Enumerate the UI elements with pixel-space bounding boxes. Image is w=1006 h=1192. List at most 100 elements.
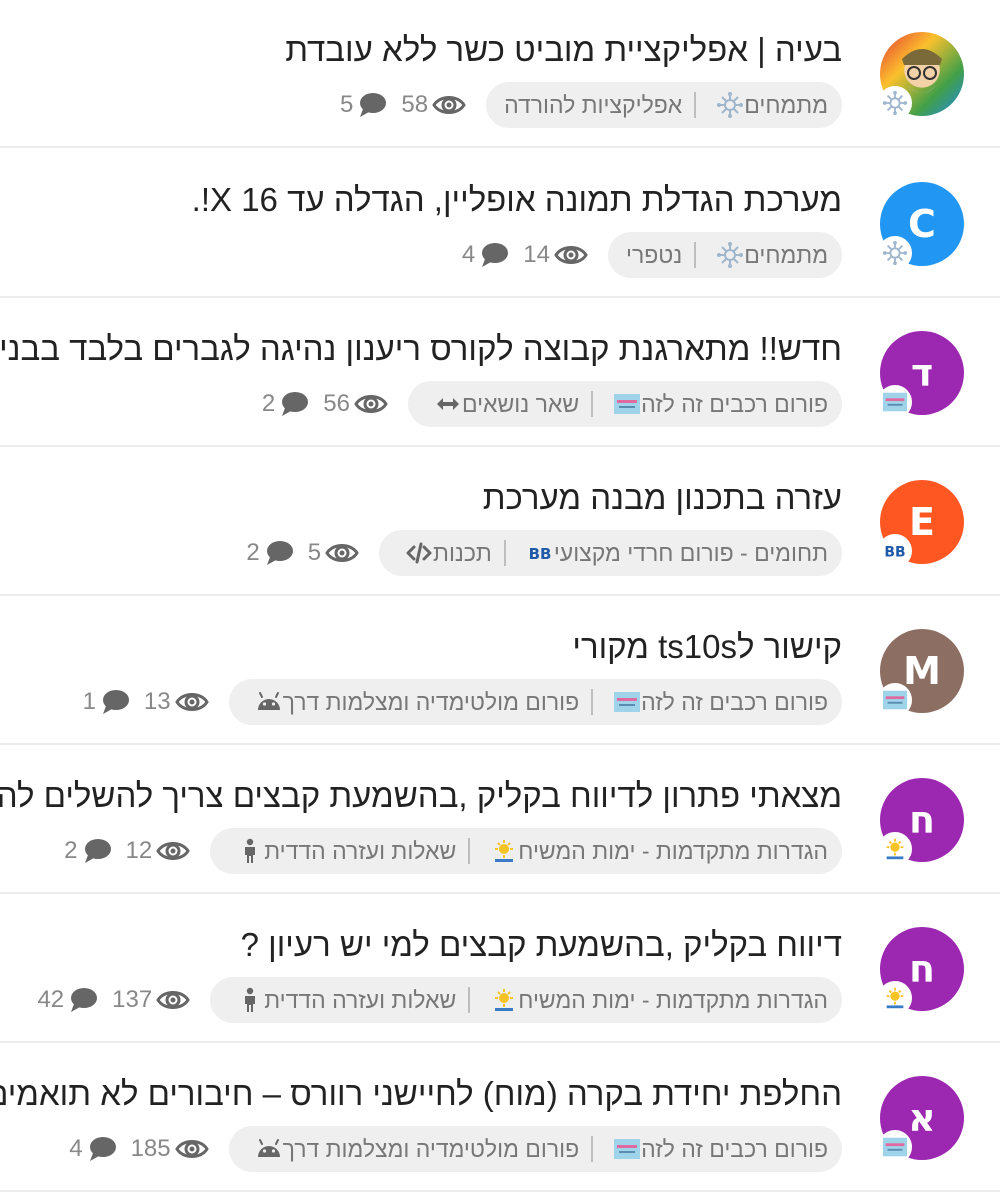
category-separator (694, 92, 697, 118)
comments-stat: 5 (340, 91, 387, 119)
comment-icon (84, 839, 111, 863)
cars-forum-logo[interactable] (878, 385, 912, 419)
category-label: פורום מולטימדיה ומצלמות דרך (282, 1135, 580, 1162)
topic-meta: פורום רכבים זה לזה שאר נושאים 56 2 (262, 381, 842, 427)
category-link-child[interactable]: פורום מולטימדיה ומצלמות דרך (247, 1135, 580, 1163)
comment-icon (360, 93, 387, 117)
topic-row: ח דיווח בקליק ,בהשמעת קבצים למי יש רעיון… (0, 895, 1000, 1043)
avatar-letter: C (908, 202, 936, 246)
eye-icon (325, 544, 359, 562)
topic-meta: פורום רכבים זה לזה פורום מולטימדיה ומצלמ… (69, 1126, 842, 1172)
cars-forum-logo[interactable] (878, 1130, 912, 1164)
avatar[interactable]: ד (878, 331, 964, 419)
category-link-parent[interactable]: מתמחים (708, 241, 828, 269)
avatar[interactable]: C (878, 182, 964, 270)
category-label: נטפרי (625, 241, 683, 268)
cars-forum-logo (613, 390, 641, 418)
topic-row: ח מצאתי פתרון לדיווח בקליק ,בהשמעת קבצים… (0, 746, 1000, 894)
eye-icon (432, 96, 466, 114)
comments-count: 4 (461, 241, 476, 268)
category-separator (503, 540, 506, 566)
topic-title[interactable]: קישור לts10s מקורי (572, 625, 842, 669)
comment-icon (482, 243, 509, 267)
topic-title[interactable]: עזרה בתכנון מבנה מערכת (483, 476, 842, 520)
cars-forum-logo (613, 688, 641, 716)
circuit-icon[interactable] (878, 86, 912, 120)
topic-row: ד חדש!! מתארגנת קבוצה לקורס ריענון נהיגה… (0, 299, 1000, 447)
category-link-parent[interactable]: פורום רכבים זה לזה (605, 1135, 828, 1163)
messiah-days-logo (490, 837, 518, 865)
category-link-parent[interactable]: הגדרות מתקדמות - ימות המשיח (482, 986, 828, 1014)
topic-list: בעיה | אפליקציית מוביט כשר ללא עובדת מתמ… (0, 0, 1006, 1192)
topic-title[interactable]: חדש!! מתארגנת קבוצה לקורס ריענון נהיגה ל… (0, 327, 842, 371)
views-stat: 185 (131, 1135, 209, 1163)
category-link-child[interactable]: שאלות ועזרה הדדית (228, 986, 456, 1014)
topic-title[interactable]: מערכת הגדלת תמונה אופליין, הגדלה עד 16 X… (192, 178, 842, 222)
views-count: 13 (143, 688, 171, 715)
category-label: פורום מולטימדיה ומצלמות דרך (282, 688, 580, 715)
category-link-child[interactable]: פורום מולטימדיה ומצלמות דרך (247, 688, 580, 716)
category-label: אפליקציות להורדה (504, 91, 683, 118)
avatar[interactable]: א (878, 1076, 964, 1164)
category-link-child[interactable]: אפליקציות להורדה (504, 92, 682, 119)
bb-logo: BB (526, 539, 554, 567)
topic-title[interactable]: החלפת יחידת בקרה (מוח) לחיישני רוורס – ח… (0, 1072, 842, 1116)
avatar-letter: E (909, 500, 935, 544)
views-count: 5 (307, 539, 322, 566)
category-link-parent[interactable]: פורום רכבים זה לזה (605, 390, 828, 418)
views-count: 12 (125, 837, 153, 864)
circuit-icon[interactable] (878, 236, 912, 270)
topic-title[interactable]: מצאתי פתרון לדיווח בקליק ,בהשמעת קבצים צ… (0, 774, 842, 818)
comments-stat: 1 (83, 688, 130, 716)
topic-row: E BB עזרה בתכנון מבנה מערכת BB תחומים - … (0, 448, 1000, 596)
category-link-child[interactable]: שאר נושאים (426, 390, 579, 418)
category-link-parent[interactable]: מתמחים (708, 91, 828, 119)
views-stat: 5 (308, 539, 359, 567)
category-separator (468, 987, 471, 1013)
topic-title[interactable]: דיווח בקליק ,בהשמעת קבצים למי יש רעיון ? (241, 923, 842, 967)
comment-icon (89, 1137, 116, 1161)
svg-text:BB: BB (884, 545, 905, 561)
category-breadcrumb: פורום רכבים זה לזה פורום מולטימדיה ומצלמ… (228, 679, 842, 725)
topic-meta: BB תחומים - פורום חרדי מקצועי תכנות 5 2 (246, 530, 842, 576)
bb-logo[interactable]: BB (878, 534, 912, 568)
comments-count: 1 (82, 688, 96, 715)
avatar-letter: ח (908, 947, 936, 991)
cars-forum-logo[interactable] (878, 683, 912, 717)
category-link-child[interactable]: תכנות (397, 539, 492, 567)
comments-count: 2 (64, 837, 78, 864)
views-stat: 56 (323, 390, 388, 418)
category-link-parent[interactable]: BB תחומים - פורום חרדי מקצועי (518, 539, 828, 567)
category-link-child[interactable]: נטפרי (626, 242, 682, 269)
eye-icon (354, 395, 388, 413)
category-label: שאלות ועזרה הדדית (264, 986, 457, 1013)
category-breadcrumb: מתמחים נטפרי (607, 232, 842, 278)
android-icon (255, 688, 283, 716)
avatar[interactable] (878, 32, 964, 120)
category-link-parent[interactable]: הגדרות מתקדמות - ימות המשיח (482, 837, 828, 865)
eye-icon (174, 693, 209, 711)
views-stat: 14 (523, 241, 588, 269)
person-icon (236, 837, 264, 865)
category-link-child[interactable]: שאלות ועזרה הדדית (228, 837, 456, 865)
comment-icon (71, 988, 98, 1012)
topic-title[interactable]: בעיה | אפליקציית מוביט כשר ללא עובדת (285, 28, 842, 72)
avatar[interactable]: M (878, 629, 964, 717)
circuit-icon (716, 91, 744, 119)
comment-icon (282, 392, 309, 416)
avatar[interactable]: ח (878, 927, 964, 1015)
category-separator (694, 242, 697, 268)
messiah-days-logo[interactable] (878, 981, 912, 1015)
android-icon (255, 1135, 283, 1163)
avatar[interactable]: ח (878, 778, 964, 866)
category-link-parent[interactable]: פורום רכבים זה לזה (605, 688, 828, 716)
messiah-days-logo[interactable] (878, 832, 912, 866)
person-icon (236, 986, 264, 1014)
svg-text:BB: BB (528, 545, 551, 563)
circuit-icon (716, 241, 744, 269)
views-stat: 13 (144, 688, 209, 716)
comments-count: 5 (340, 91, 354, 118)
category-label: הגדרות מתקדמות - ימות המשיח (518, 986, 828, 1013)
category-breadcrumb: פורום רכבים זה לזה פורום מולטימדיה ומצלמ… (228, 1126, 842, 1172)
avatar[interactable]: E BB (878, 480, 964, 568)
